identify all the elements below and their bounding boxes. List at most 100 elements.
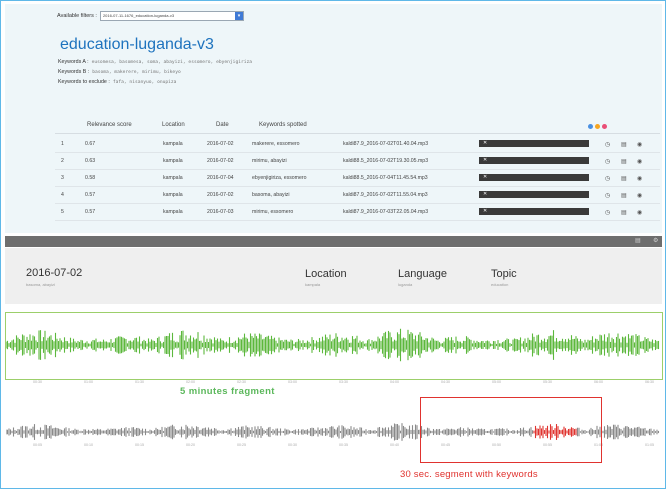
segment-highlight-box bbox=[420, 397, 602, 463]
close-icon[interactable]: ✕ bbox=[483, 208, 487, 215]
header-relevance[interactable]: Relevance score bbox=[87, 122, 132, 128]
table-row[interactable]: 1 0.67 kampala 2016-07-02 makerere, essomero… bbox=[55, 136, 660, 153]
audio-player[interactable]: ✕ bbox=[479, 140, 589, 147]
view-icon[interactable]: ◉ bbox=[637, 209, 642, 216]
timeline-tick: 01:05 bbox=[645, 443, 654, 447]
timeline-tick: 00:30 bbox=[33, 380, 42, 384]
header-location[interactable]: Location bbox=[162, 122, 185, 128]
view-icon[interactable]: ◉ bbox=[637, 158, 642, 165]
keywords-exclude-label: Keywords to exclude : bbox=[58, 79, 110, 85]
topic-value: education bbox=[491, 282, 509, 287]
timeline-tick: 03:00 bbox=[288, 380, 297, 384]
table-row[interactable]: 5 0.57 kampala 2016-07-03 mirimu, essomero ka… bbox=[55, 204, 660, 221]
timeline-tick: 06:00 bbox=[594, 380, 603, 384]
cell-score: 0.57 bbox=[85, 209, 96, 215]
close-icon[interactable]: ✕ bbox=[483, 157, 487, 164]
cell-date: 2016-07-02 bbox=[207, 192, 234, 198]
keywords-b-label: Keywords B : bbox=[58, 69, 90, 75]
cell-score: 0.58 bbox=[85, 175, 96, 181]
fragment-timeline-ticks: 00:30 01:00 01:30 02:00 02:30 03:00 03:30 04:00… bbox=[5, 380, 662, 388]
detail-date-keywords: basoma, abayizi bbox=[26, 282, 55, 287]
timeline-tick: 00:10 bbox=[84, 443, 93, 447]
cell-file: kaldi88.5_2016-07-02T19.30.05.mp3 bbox=[343, 158, 429, 164]
cell-idx: 4 bbox=[61, 192, 64, 198]
cell-idx: 1 bbox=[61, 141, 64, 147]
filters-select[interactable]: 2016-07-11-1676_education-luganda-v3 ▾ bbox=[99, 11, 244, 21]
chevron-down-icon: ▾ bbox=[234, 12, 243, 20]
cell-score: 0.67 bbox=[85, 141, 96, 147]
audio-player[interactable]: ✕ bbox=[479, 174, 589, 181]
clock-icon[interactable]: ◷ bbox=[605, 209, 610, 216]
cell-file: kaldi87.9_2016-07-02T11.55.04.mp3 bbox=[343, 192, 428, 198]
view-icon[interactable]: ◉ bbox=[637, 141, 642, 148]
header-keywords[interactable]: Keywords spotted bbox=[259, 122, 307, 128]
table-row[interactable]: 2 0.63 kampala 2016-07-02 mirimu, abayizi kal… bbox=[55, 153, 660, 170]
cell-file: kaldi88.5_2016-07-04T11.45.54.mp3 bbox=[343, 175, 428, 181]
timeline-tick: 00:35 bbox=[339, 443, 348, 447]
timeline-tick: 05:30 bbox=[543, 380, 552, 384]
settings-icon[interactable]: ⚙ bbox=[653, 237, 658, 244]
list-icon[interactable]: ▤ bbox=[635, 237, 641, 244]
timeline-tick: 00:05 bbox=[33, 443, 42, 447]
audio-player[interactable]: ✕ bbox=[479, 208, 589, 215]
cell-location: kampala bbox=[163, 175, 183, 181]
location-label: Location bbox=[305, 268, 347, 280]
timeline-tick: 02:30 bbox=[237, 380, 246, 384]
window-dots bbox=[588, 124, 607, 129]
timeline-tick: 04:00 bbox=[390, 380, 399, 384]
view-icon[interactable]: ◉ bbox=[637, 192, 642, 199]
fragment-waveform[interactable] bbox=[6, 313, 660, 377]
list-icon[interactable]: ▤ bbox=[621, 175, 627, 182]
clock-icon[interactable]: ◷ bbox=[605, 192, 610, 199]
timeline-tick: 00:15 bbox=[135, 443, 144, 447]
dot-pink[interactable] bbox=[602, 124, 607, 129]
list-icon[interactable]: ▤ bbox=[621, 192, 627, 199]
close-icon[interactable]: ✕ bbox=[483, 191, 487, 198]
timeline-tick: 03:30 bbox=[339, 380, 348, 384]
audio-player[interactable]: ✕ bbox=[479, 191, 589, 198]
language-value: luganda bbox=[398, 282, 413, 287]
list-icon[interactable]: ▤ bbox=[621, 141, 627, 148]
cell-keywords: basoma, abayizi bbox=[252, 192, 290, 198]
keywords-a-values: eusomesa, basomesa, soma, abayizi, essom… bbox=[91, 60, 253, 65]
list-icon[interactable]: ▤ bbox=[621, 209, 627, 216]
cell-idx: 5 bbox=[61, 209, 64, 215]
keywords-b: Keywords B : basoma, makerere, mirimu, bi… bbox=[58, 69, 181, 75]
table-row[interactable]: 3 0.58 kampala 2016-07-04 ebyenjigiriza, ess… bbox=[55, 170, 660, 187]
cell-location: kampala bbox=[163, 192, 183, 198]
timeline-tick: 00:30 bbox=[288, 443, 297, 447]
timeline-tick: 02:00 bbox=[186, 380, 195, 384]
cell-location: kampala bbox=[163, 158, 183, 164]
cell-keywords: makerere, essomero bbox=[252, 141, 300, 147]
clock-icon[interactable]: ◷ bbox=[605, 175, 610, 182]
table-header-divider bbox=[55, 133, 660, 134]
filters-label: Available filters : bbox=[57, 13, 97, 19]
clock-icon[interactable]: ◷ bbox=[605, 141, 610, 148]
cell-date: 2016-07-02 bbox=[207, 158, 234, 164]
timeline-tick: 00:25 bbox=[237, 443, 246, 447]
cell-keywords: mirimu, abayizi bbox=[252, 158, 287, 164]
dot-blue[interactable] bbox=[588, 124, 593, 129]
table-row[interactable]: 4 0.57 kampala 2016-07-02 basoma, abayizi kal… bbox=[55, 187, 660, 204]
timeline-tick: 06:30 bbox=[645, 380, 654, 384]
language-label: Language bbox=[398, 268, 447, 280]
keywords-a-label: Keywords A : bbox=[58, 59, 89, 65]
cell-date: 2016-07-02 bbox=[207, 141, 234, 147]
audio-player[interactable]: ✕ bbox=[479, 157, 589, 164]
timeline-tick: 01:00 bbox=[84, 380, 93, 384]
detail-toolbar: ▤ ⚙ bbox=[5, 236, 662, 247]
header-date[interactable]: Date bbox=[216, 122, 229, 128]
clock-icon[interactable]: ◷ bbox=[605, 158, 610, 165]
view-icon[interactable]: ◉ bbox=[637, 175, 642, 182]
filters-selected-value: 2016-07-11-1676_education-luganda-v3 bbox=[102, 13, 175, 18]
fragment-caption: 5 minutes fragment bbox=[180, 386, 275, 397]
keywords-exclude: Keywords to exclude : fafa, nisanyuo, onu… bbox=[58, 79, 176, 85]
cell-location: kampala bbox=[163, 141, 183, 147]
cell-keywords: ebyenjigiriza, essomero bbox=[252, 175, 307, 181]
dot-orange[interactable] bbox=[595, 124, 600, 129]
cell-score: 0.57 bbox=[85, 192, 96, 198]
close-icon[interactable]: ✕ bbox=[483, 140, 487, 147]
close-icon[interactable]: ✕ bbox=[483, 174, 487, 181]
timeline-tick: 01:30 bbox=[135, 380, 144, 384]
list-icon[interactable]: ▤ bbox=[621, 158, 627, 165]
